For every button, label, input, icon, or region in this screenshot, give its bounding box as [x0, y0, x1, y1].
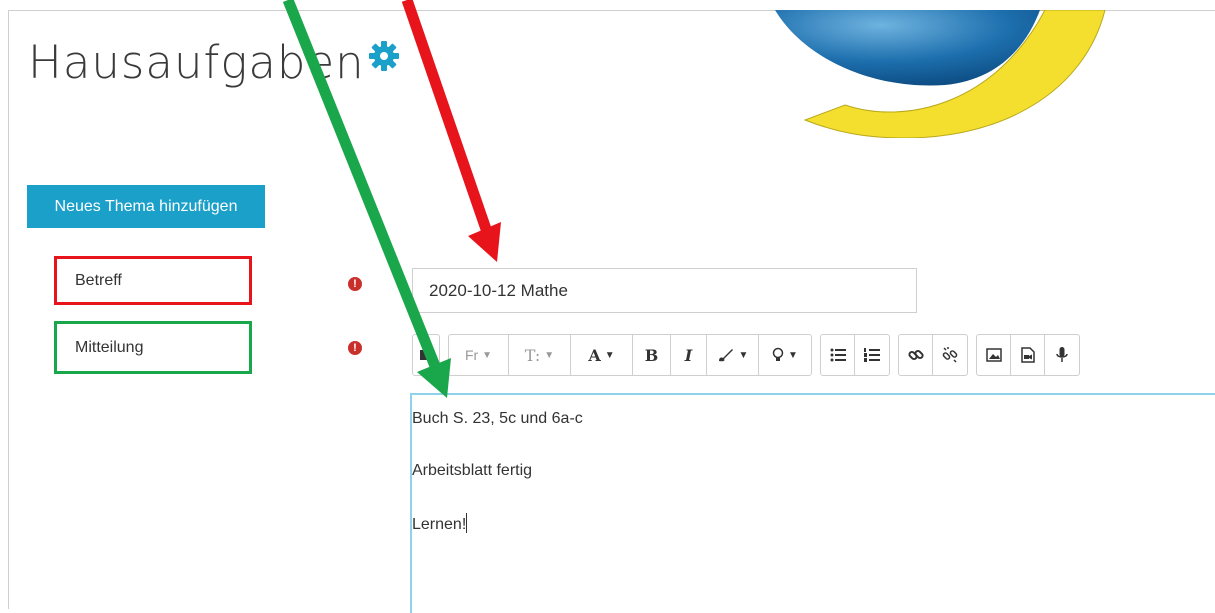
numbered-list-button[interactable] — [855, 335, 889, 375]
record-audio-button[interactable] — [1045, 335, 1079, 375]
font-family-dropdown[interactable]: Fr ▼ — [449, 335, 509, 375]
bullet-list-icon — [830, 348, 846, 362]
required-icon: ! — [348, 341, 362, 355]
insert-media-button[interactable] — [1011, 335, 1045, 375]
insert-image-button[interactable] — [977, 335, 1011, 375]
bold-button[interactable]: B — [633, 335, 671, 375]
gear-icon[interactable] — [368, 40, 400, 72]
editor-line: Arbeitsblatt fertig — [412, 462, 533, 479]
image-icon — [985, 348, 1002, 362]
expand-toolbar-icon — [420, 350, 432, 360]
message-editor[interactable]: Buch S. 23, 5c und 6a-c Arbeitsblatt fer… — [410, 393, 1215, 613]
subject-label: Betreff — [54, 256, 252, 305]
font-color-dropdown[interactable]: A ▼ — [571, 335, 633, 375]
link-button[interactable] — [899, 335, 933, 375]
editor-line: Buch S. 23, 5c und 6a-c — [412, 410, 583, 427]
italic-label: I — [684, 345, 693, 365]
font-size-label: T: — [524, 345, 541, 365]
font-family-label: Fr — [464, 347, 479, 363]
link-icon — [907, 349, 924, 361]
editor-line: Lernen! — [412, 513, 1215, 535]
video-file-icon — [1020, 347, 1035, 363]
chevron-down-icon: ▼ — [788, 349, 798, 361]
brush-icon — [718, 349, 733, 362]
unlink-button[interactable] — [933, 335, 967, 375]
required-icon: ! — [348, 277, 362, 291]
chevron-down-icon: ▼ — [604, 349, 615, 361]
page-title: Hausaufgaben — [28, 36, 365, 89]
editor-line-text: Lernen! — [412, 516, 467, 533]
chevron-down-icon: ▼ — [738, 349, 749, 361]
logo-graphic — [775, 10, 1106, 138]
toolbar-group-format: Fr ▼ T: ▼ A ▼ B I ▼ ▼ — [448, 334, 812, 376]
toolbar-group-links — [898, 334, 968, 376]
numbered-list-icon — [864, 348, 880, 362]
toolbar-toggle-button[interactable] — [413, 335, 439, 375]
toolbar-group-toggle — [412, 334, 440, 376]
italic-button[interactable]: I — [671, 335, 707, 375]
message-label: Mitteilung — [54, 321, 252, 374]
bold-label: B — [644, 345, 659, 365]
brush-dropdown[interactable]: ▼ — [707, 335, 759, 375]
font-size-dropdown[interactable]: T: ▼ — [509, 335, 571, 375]
chevron-down-icon: ▼ — [482, 349, 493, 361]
message-label-text: Mitteilung — [75, 339, 144, 356]
unlink-icon — [942, 347, 958, 363]
microphone-icon — [1056, 347, 1068, 362]
chevron-down-icon: ▼ — [544, 349, 555, 361]
editor-toolbar: Fr ▼ T: ▼ A ▼ B I ▼ ▼ — [412, 330, 1215, 380]
toolbar-group-media — [976, 334, 1080, 376]
highlight-dropdown[interactable]: ▼ — [759, 335, 811, 375]
toolbar-group-lists — [820, 334, 890, 376]
bullet-list-button[interactable] — [821, 335, 855, 375]
subject-label-text: Betreff — [75, 271, 122, 289]
font-color-label: A — [588, 345, 601, 365]
text-cursor — [466, 513, 468, 533]
subject-input[interactable] — [412, 268, 917, 313]
lightbulb-icon — [772, 347, 784, 361]
new-topic-button[interactable]: Neues Thema hinzufügen — [27, 185, 265, 228]
